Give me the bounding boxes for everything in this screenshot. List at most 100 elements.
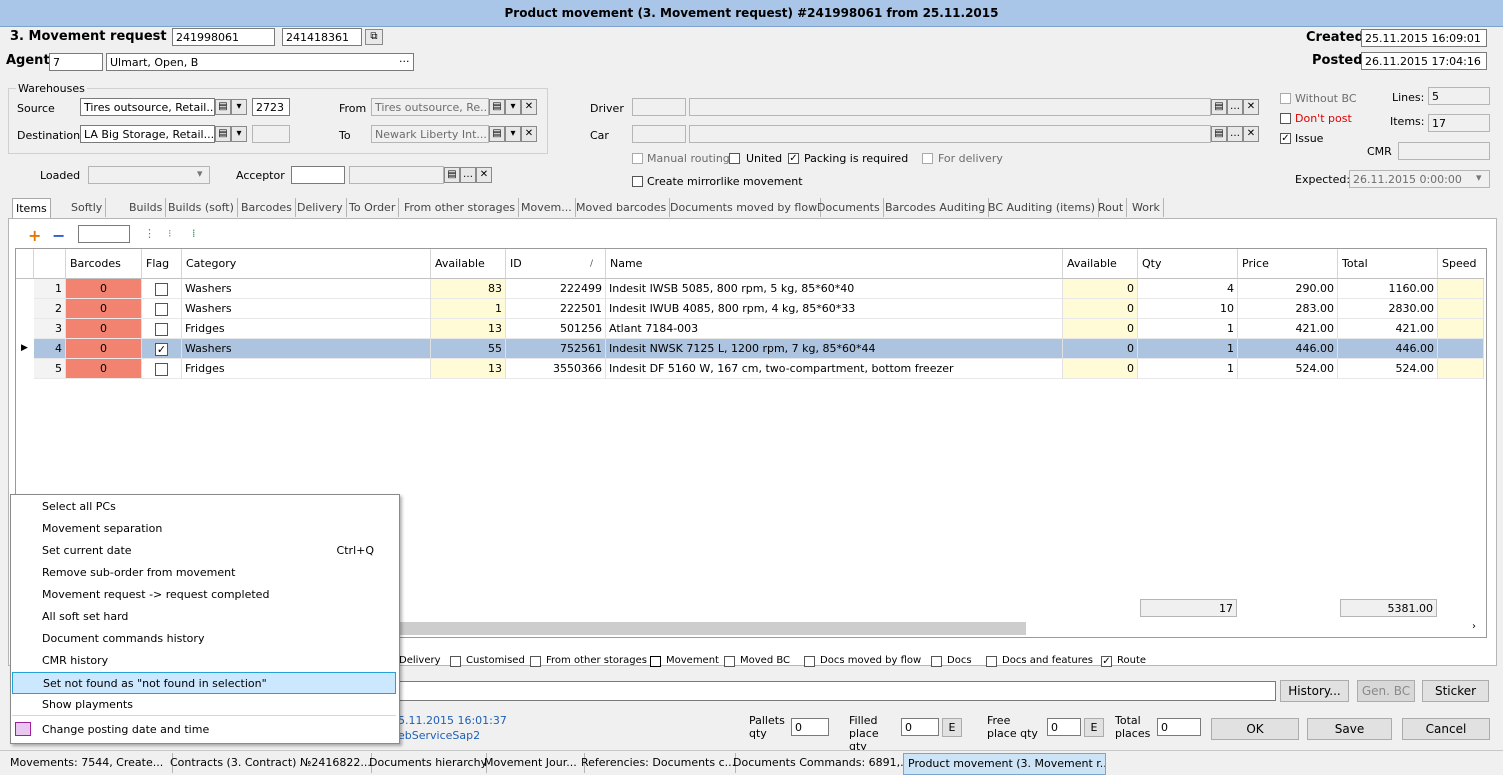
menu-item[interactable]: Document commands history (12, 628, 396, 650)
taskbar-item[interactable]: Referencies: Documents c... (577, 753, 736, 773)
menu-item[interactable]: Remove sub-order from movement (12, 562, 396, 584)
col-price[interactable]: Price (1238, 249, 1338, 279)
flag-checkbox[interactable] (155, 323, 168, 336)
destination-field[interactable]: LA Big Storage, Retail... (80, 125, 215, 143)
from-dropdown-icon[interactable]: ▾ (505, 99, 521, 115)
dont-post-checkbox[interactable] (1280, 113, 1291, 124)
horizontal-scrollbar[interactable] (386, 622, 1026, 635)
gen-bc-button[interactable]: Gen. BC (1357, 680, 1415, 702)
menu-item[interactable]: Set current date Ctrl+Q (12, 540, 396, 562)
col-qty[interactable]: Qty (1138, 249, 1238, 279)
tab-moved-barcodes[interactable]: Moved barcodes (573, 198, 671, 217)
table-row[interactable]: 5 0 Fridges 13 3550366 Indesit DF 5160 W, 167… (16, 359, 1484, 379)
expected-field[interactable]: 26.11.2015 0:00:00 (1349, 170, 1490, 188)
from-field[interactable]: Tires outsource, Re... (371, 98, 489, 116)
flag-checkbox[interactable]: ✓ (155, 343, 168, 356)
col-speed[interactable]: Speed (1438, 249, 1484, 279)
tab-from-other-storages[interactable]: From other storages (401, 198, 520, 217)
acceptor-ellipsis-icon[interactable]: … (460, 167, 476, 183)
history-button[interactable]: History... (1280, 680, 1349, 702)
table-row[interactable]: 3 0 Fridges 13 501256 Atlant 7184-003 0 1 421.00… (16, 319, 1484, 339)
source-lookup-icon[interactable]: ▤ (215, 99, 231, 115)
taskbar-item[interactable]: Product movement (3. Movement r... (903, 753, 1106, 775)
cmr-field[interactable] (1398, 142, 1490, 160)
tab-documents[interactable]: Documents (814, 198, 884, 217)
for-delivery-checkbox[interactable] (922, 153, 933, 164)
tab-bc-auditing-items[interactable]: BC Auditing (items) (985, 198, 1100, 217)
from-clear-icon[interactable]: ✕ (521, 99, 537, 115)
flag-checkbox[interactable] (155, 303, 168, 316)
taskbar-item[interactable]: Movement Jour... (480, 753, 585, 773)
menu-item[interactable]: Select all PCs (12, 496, 396, 518)
tree-icon[interactable]: ⁞ (192, 227, 196, 240)
save-button[interactable]: Save (1307, 718, 1392, 740)
car-lookup-icon[interactable]: ▤ (1211, 126, 1227, 142)
flag-checkbox[interactable] (155, 363, 168, 376)
menu-item[interactable]: Change posting date and time (12, 719, 396, 741)
expected-chevron-down-icon[interactable]: ▾ (1476, 171, 1482, 184)
comment-field[interactable] (398, 681, 1276, 701)
issue-checkbox[interactable]: ✓ (1280, 133, 1291, 144)
tab-items[interactable]: Items (12, 198, 51, 218)
agent-name-field[interactable]: Ulmart, Open, B (106, 53, 414, 71)
menu-item[interactable]: CMR history (12, 650, 396, 672)
created-field[interactable]: 25.11.2015 16:09:01 (1361, 29, 1487, 47)
to-clear-icon[interactable]: ✕ (521, 126, 537, 142)
tab-documents-moved-by-flow[interactable]: Documents moved by flow (667, 198, 822, 217)
table-row[interactable]: 2 0 Washers 1 222501 Indesit IWUB 4085, 800 r… (16, 299, 1484, 319)
taskbar-item[interactable]: Contracts (3. Contract) №2416822... (166, 753, 372, 773)
menu-item[interactable]: Set not found as "not found in selection… (12, 672, 396, 694)
menu-item[interactable]: All soft set hard (12, 606, 396, 628)
filled-field[interactable]: 0 (901, 718, 939, 736)
total-places-field[interactable]: 0 (1157, 718, 1201, 736)
filter-checkbox-6[interactable] (931, 656, 942, 667)
col-total[interactable]: Total (1338, 249, 1438, 279)
from-lookup-icon[interactable]: ▤ (489, 99, 505, 115)
copy-icon[interactable]: ⧉ (365, 29, 383, 45)
posted-field[interactable]: 26.11.2015 17:04:16 (1361, 52, 1487, 70)
car-ellipsis-icon[interactable]: … (1227, 126, 1243, 142)
car-name-field[interactable] (689, 125, 1211, 143)
col-category[interactable]: Category (182, 249, 431, 279)
create-mirror-checkbox[interactable] (632, 176, 643, 187)
source-code-field[interactable]: 2723 (252, 98, 290, 116)
tab-rout[interactable]: Rout (1095, 198, 1128, 217)
driver-code-field[interactable] (632, 98, 686, 116)
col-flag[interactable]: Flag (142, 249, 182, 279)
filter-checkbox-7[interactable] (986, 656, 997, 667)
filter-checkbox-5[interactable] (804, 656, 815, 667)
request-number-field[interactable]: 241998061 (172, 28, 275, 46)
acceptor-clear-icon[interactable]: ✕ (476, 167, 492, 183)
tab-barcodes-auditing[interactable]: Barcodes Auditing (882, 198, 990, 217)
menu-item[interactable]: Movement request -> request completed (12, 584, 396, 606)
tab-work[interactable]: Work (1129, 198, 1164, 217)
driver-clear-icon[interactable]: ✕ (1243, 99, 1259, 115)
filter-checkbox-4[interactable] (724, 656, 735, 667)
ok-button[interactable]: OK (1211, 718, 1299, 740)
filter-checkbox-3[interactable] (650, 656, 661, 667)
to-dropdown-icon[interactable]: ▾ (505, 126, 521, 142)
tab-builds[interactable]: Builds (126, 198, 167, 217)
tab-delivery[interactable]: Delivery (294, 198, 347, 217)
menu-item[interactable]: Movement separation (12, 518, 396, 540)
pallets-field[interactable]: 0 (791, 718, 829, 736)
without-bc-checkbox[interactable] (1280, 93, 1291, 104)
to-lookup-icon[interactable]: ▤ (489, 126, 505, 142)
united-checkbox[interactable] (729, 153, 740, 164)
table-row[interactable]: 1 0 Washers 83 222499 Indesit IWSB 5085, 800 … (16, 279, 1484, 299)
manual-routing-checkbox[interactable] (632, 153, 643, 164)
acceptor-lookup-icon[interactable]: ▤ (444, 167, 460, 183)
destination-lookup-icon[interactable]: ▤ (215, 126, 231, 142)
driver-ellipsis-icon[interactable]: … (1227, 99, 1243, 115)
car-clear-icon[interactable]: ✕ (1243, 126, 1259, 142)
agent-code-field[interactable]: 7 (49, 53, 103, 71)
acceptor-code-field[interactable] (291, 166, 345, 184)
agent-ellipsis-icon[interactable]: ··· (399, 55, 410, 68)
loaded-chevron-down-icon[interactable]: ▾ (197, 167, 203, 180)
expand-icon[interactable]: ⋮ (144, 227, 155, 240)
filter-checkbox-2[interactable] (530, 656, 541, 667)
source-field[interactable]: Tires outsource, Retail... (80, 98, 215, 116)
menu-item[interactable]: Show playments (12, 694, 396, 716)
destination-dropdown-icon[interactable]: ▾ (231, 126, 247, 142)
to-field[interactable]: Newark Liberty Int... (371, 125, 489, 143)
